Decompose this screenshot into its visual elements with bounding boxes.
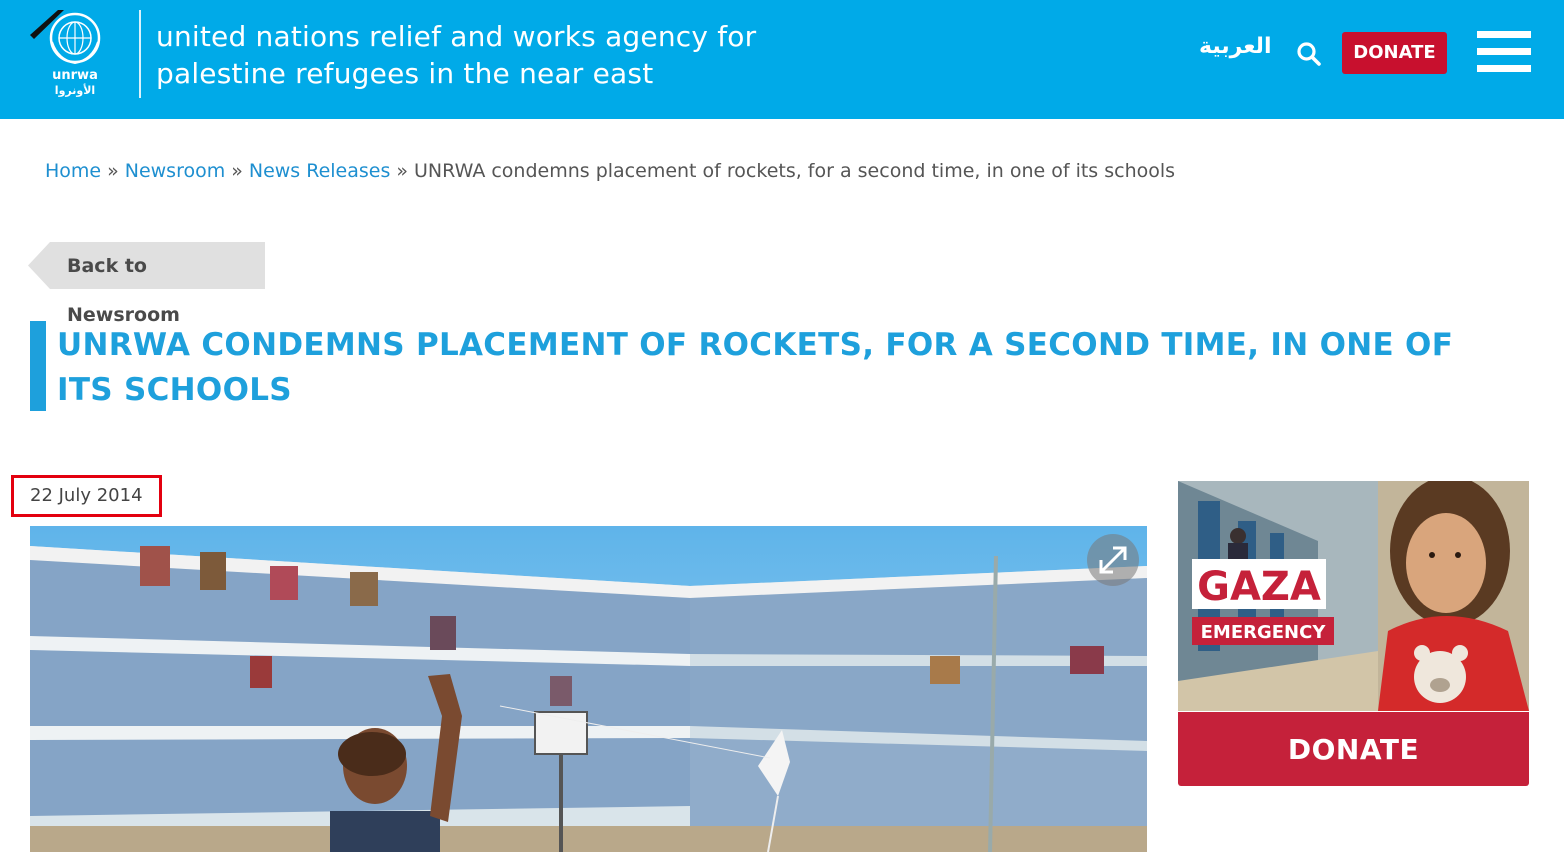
gaza-emergency-promo-image[interactable]: GAZA EMERGENCY xyxy=(1178,481,1529,711)
promo-title: GAZA xyxy=(1197,564,1321,610)
svg-text:الأونروا: الأونروا xyxy=(55,83,95,97)
agency-name-line1: united nations relief and works agency f… xyxy=(156,20,757,53)
unrwa-logo[interactable]: unrwa الأونروا xyxy=(28,10,138,100)
breadcrumb-newsroom[interactable]: Newsroom xyxy=(125,160,226,182)
search-icon[interactable] xyxy=(1296,41,1322,67)
menu-bar xyxy=(1477,48,1531,55)
svg-text:unrwa: unrwa xyxy=(52,68,98,83)
title-accent-bar xyxy=(30,321,46,411)
promo-subtitle: EMERGENCY xyxy=(1201,622,1327,643)
menu-bar xyxy=(1477,31,1531,38)
arabic-language-link[interactable]: العربية xyxy=(1199,34,1272,59)
agency-name[interactable]: united nations relief and works agency f… xyxy=(156,18,796,92)
hamburger-menu-icon[interactable] xyxy=(1477,31,1531,75)
breadcrumb-separator: » xyxy=(107,160,119,182)
menu-bar xyxy=(1477,65,1531,72)
breadcrumb-current: UNRWA condemns placement of rockets, for… xyxy=(414,160,1176,182)
breadcrumb-home[interactable]: Home xyxy=(45,160,101,182)
header-donate-button[interactable]: DONATE xyxy=(1342,32,1447,74)
article-main-image[interactable] xyxy=(30,526,1147,852)
back-to-newsroom-button[interactable]: Back to Newsroom xyxy=(28,242,265,326)
page-title: UNRWA condemns placement of rockets, for… xyxy=(57,327,1454,408)
breadcrumb-separator: » xyxy=(231,160,243,182)
site-header: unrwa الأونروا united nations relief and… xyxy=(0,0,1564,119)
expand-icon[interactable] xyxy=(1087,534,1139,586)
agency-name-line2: palestine refugees in the near east xyxy=(156,57,654,90)
logo-divider xyxy=(139,10,141,98)
breadcrumb-news-releases[interactable]: News Releases xyxy=(249,160,391,182)
article-date: 22 July 2014 xyxy=(30,485,143,506)
breadcrumb-separator: » xyxy=(396,160,409,182)
sidebar-donate-button[interactable]: DONATE xyxy=(1178,712,1529,786)
breadcrumb: Home» Newsroom» News Releases» UNRWA condem… xyxy=(45,160,1175,182)
